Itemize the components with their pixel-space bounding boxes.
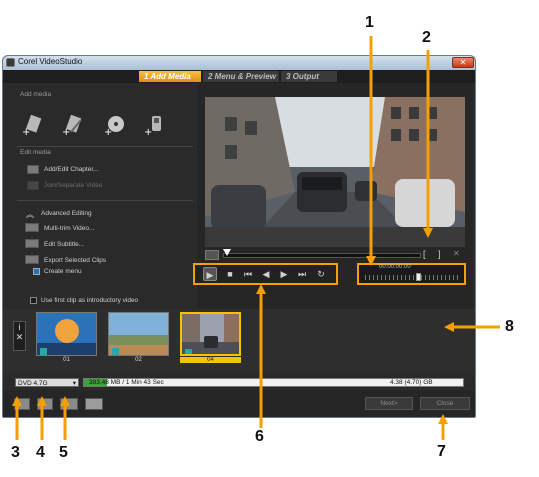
callout-label-2: 2 [422,29,431,46]
callout-label-8: 8 [505,318,514,335]
callout-arrows [12,36,500,440]
callout-label-7: 7 [437,443,446,460]
callout-label-5: 5 [59,444,68,461]
callout-label-1: 1 [365,14,374,31]
callout-label-3: 3 [11,444,20,461]
callout-label-4: 4 [36,444,45,461]
callout-label-6: 6 [255,428,264,445]
